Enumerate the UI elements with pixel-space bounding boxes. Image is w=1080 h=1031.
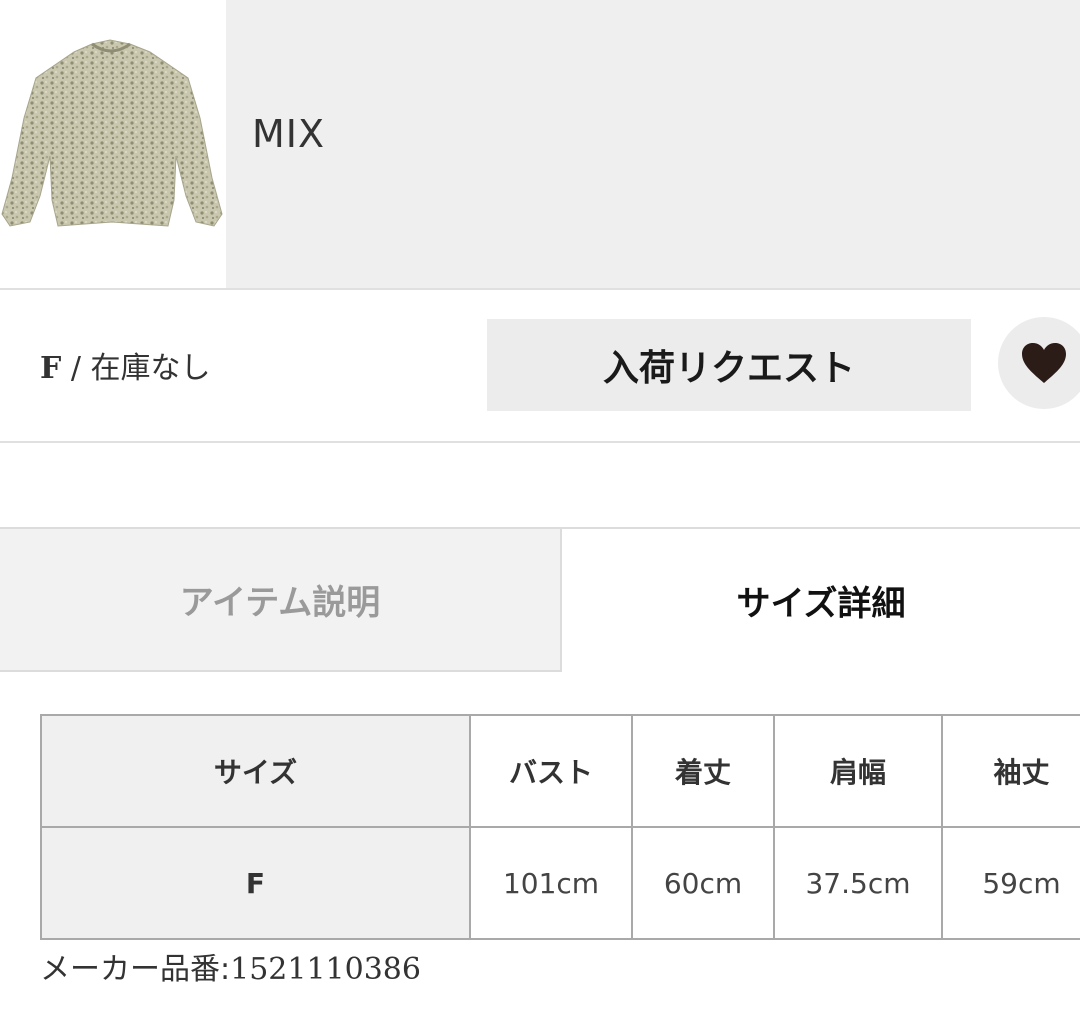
tab-size-details[interactable]: サイズ詳細 <box>562 527 1080 672</box>
size-table: サイズ バスト 着丈 肩幅 袖丈 F 101cm 60cm 37.5cm 59c… <box>40 714 1080 940</box>
color-label: MIX <box>252 112 326 156</box>
size-value: F <box>40 351 62 386</box>
stock-status: 在庫なし <box>90 351 211 386</box>
header-sleeve: 袖丈 <box>941 714 1080 828</box>
restock-request-button[interactable]: 入荷リクエスト <box>487 319 971 411</box>
maker-code-value: 1521110386 <box>230 952 421 987</box>
table-header-row: サイズ バスト 着丈 肩幅 袖丈 <box>40 714 1080 828</box>
size-stock-status: F / 在庫なし <box>40 343 211 387</box>
cell-size: F <box>40 826 471 940</box>
color-option-panel[interactable] <box>226 0 1080 288</box>
divider <box>0 288 1080 290</box>
header-bust: バスト <box>469 714 633 828</box>
heart-icon <box>1022 343 1066 383</box>
product-thumbnail <box>0 0 226 288</box>
cell-shoulder: 37.5cm <box>773 826 943 940</box>
header-length: 着丈 <box>631 714 775 828</box>
color-option-row[interactable]: MIX <box>0 0 1080 288</box>
header-size: サイズ <box>40 714 471 828</box>
separator: / <box>61 351 91 386</box>
favorite-button[interactable] <box>998 317 1080 409</box>
maker-product-code: メーカー品番:1521110386 <box>40 944 421 988</box>
cell-length: 60cm <box>631 826 775 940</box>
divider <box>0 441 1080 443</box>
blouse-image <box>1 39 223 227</box>
header-shoulder: 肩幅 <box>773 714 943 828</box>
maker-code-label: メーカー品番: <box>40 952 231 987</box>
tab-item-description[interactable]: アイテム説明 <box>0 527 562 672</box>
table-row: F 101cm 60cm 37.5cm 59cm <box>40 826 1080 940</box>
cell-sleeve: 59cm <box>941 826 1080 940</box>
cell-bust: 101cm <box>469 826 633 940</box>
